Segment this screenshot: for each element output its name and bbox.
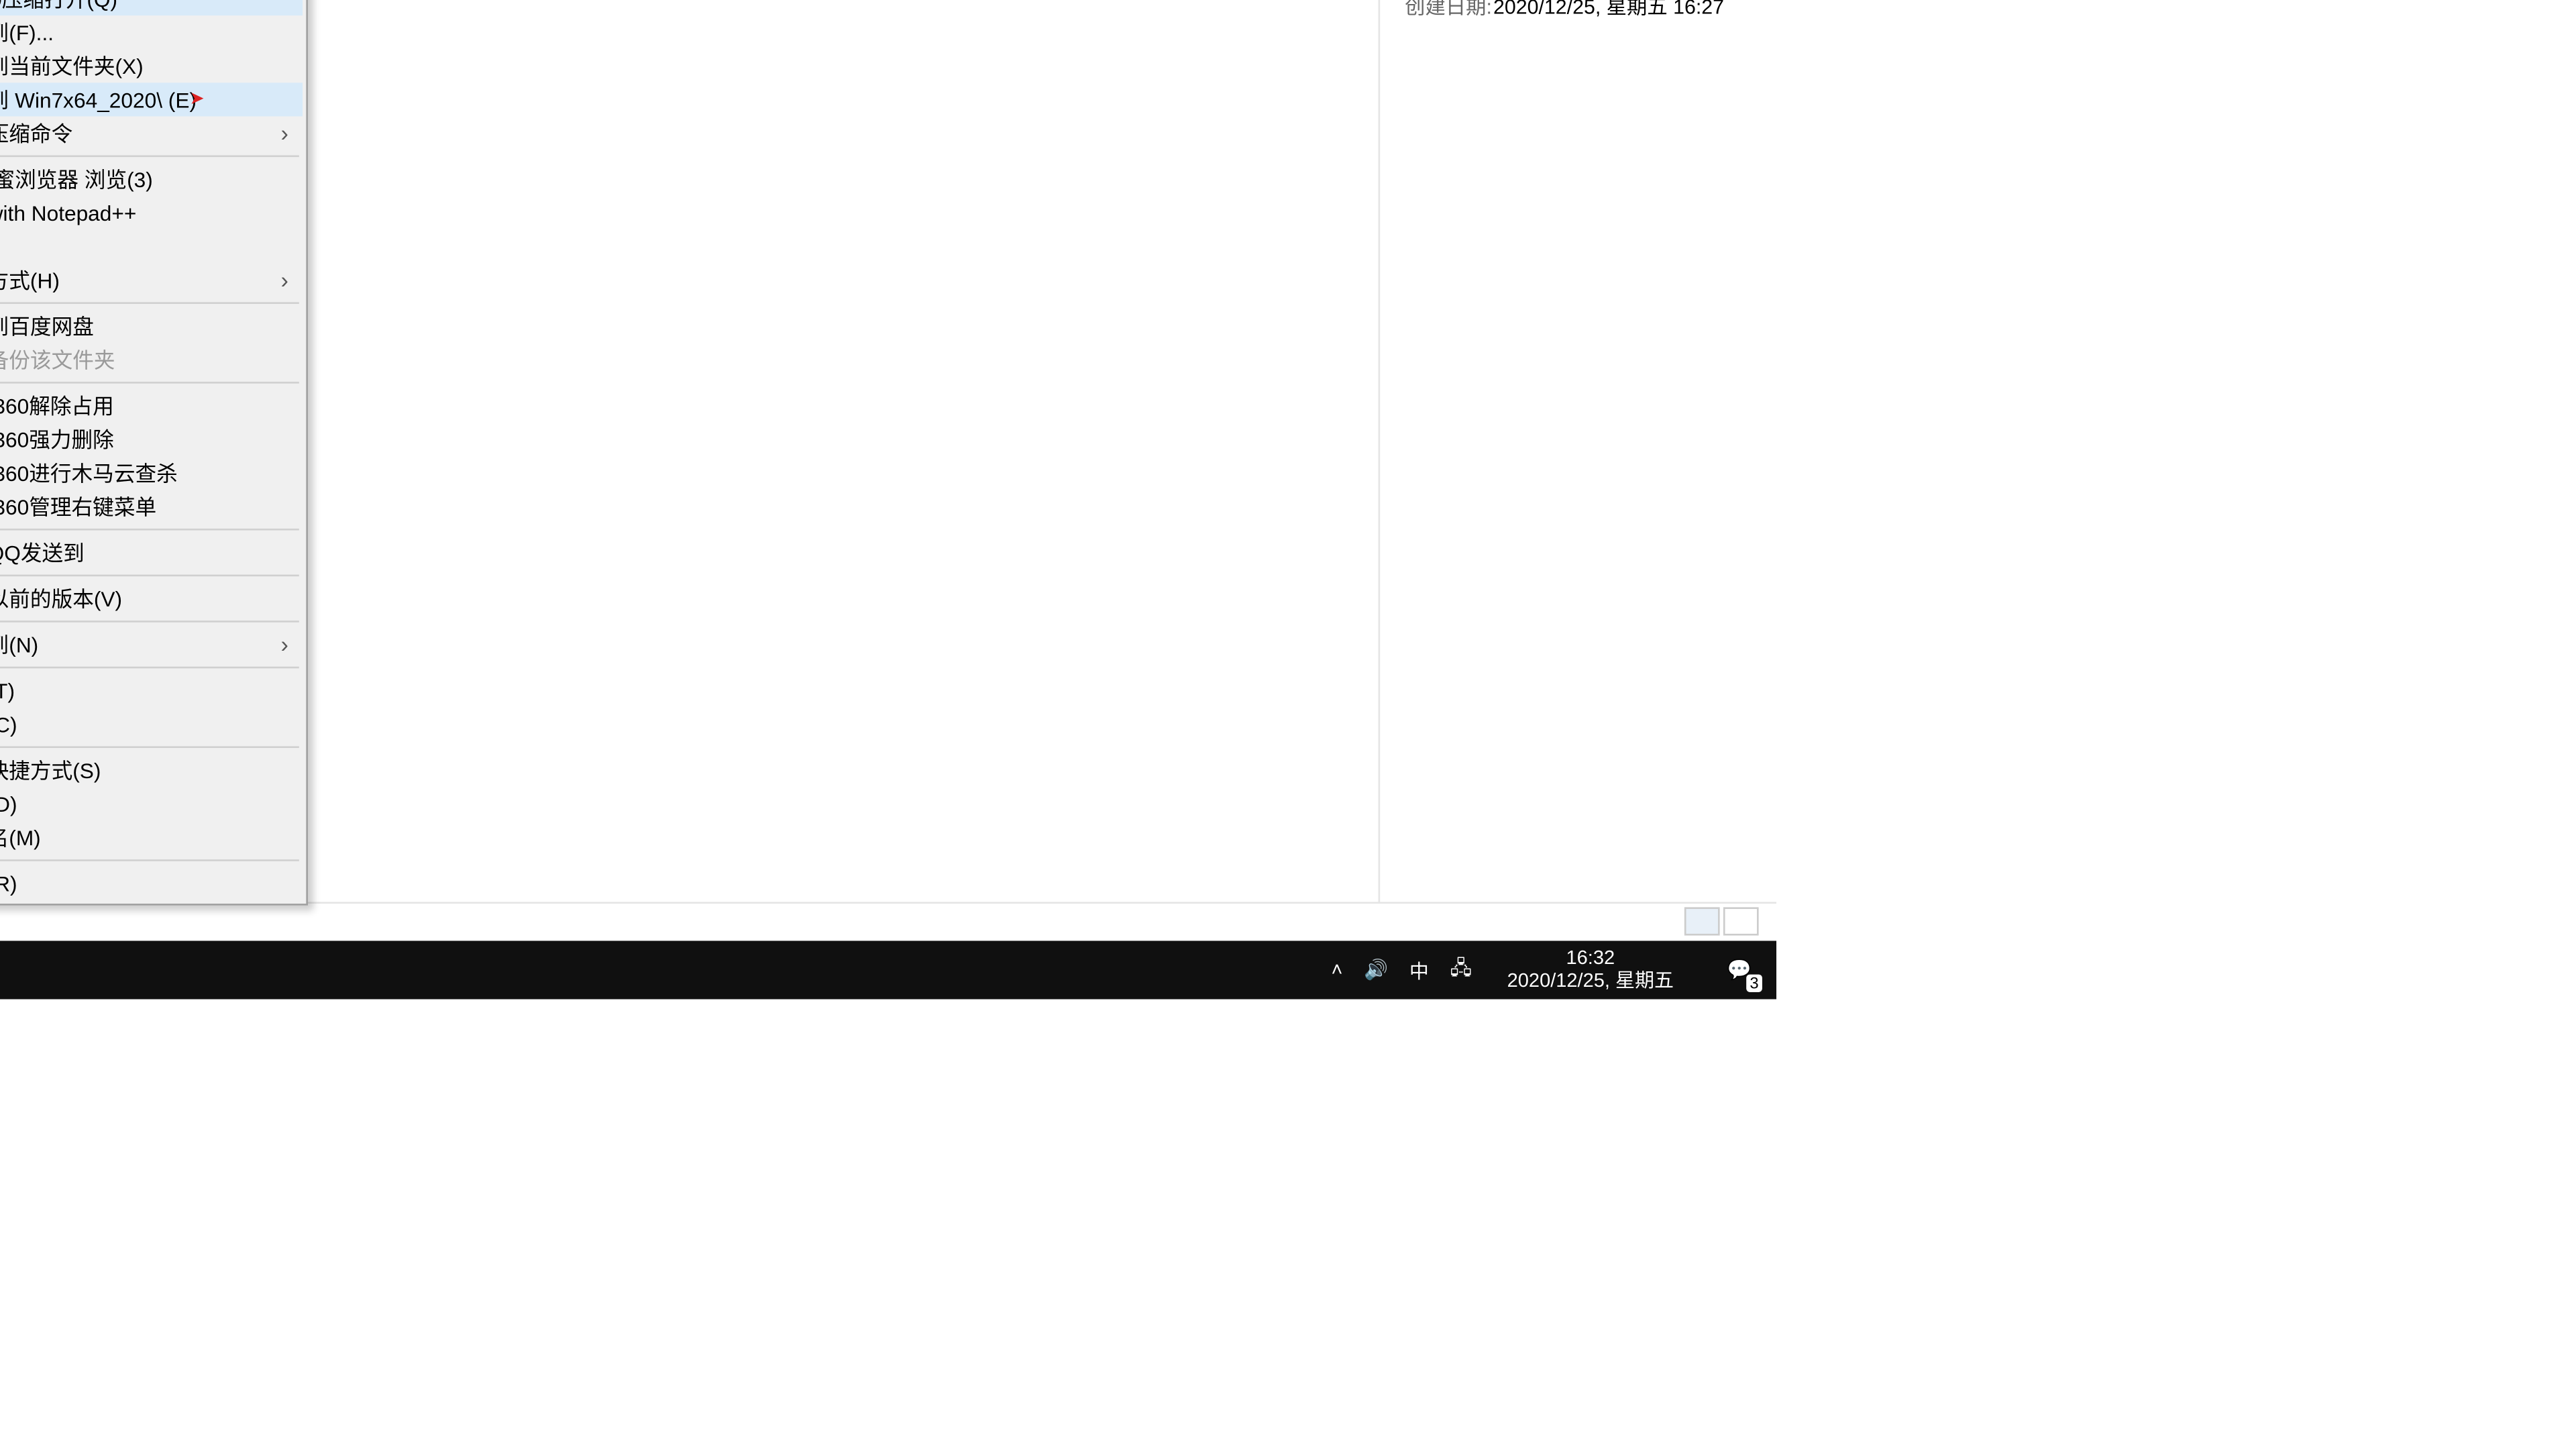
menu-item-label: 还原以前的版本(V) [0,584,122,614]
context-menu-item[interactable]: 打开方式(H) [0,263,303,297]
context-menu-item[interactable]: 📦解压到(F)... [0,15,303,49]
menu-item-label: 创建快捷方式(S) [0,755,101,786]
menu-item-label: Edit with Notepad++ [0,201,136,225]
action-center-button[interactable]: 💬3 [1709,941,1770,999]
menu-item-label: 用360压缩打开(Q) [0,0,117,13]
view-details-button[interactable] [1684,907,1720,935]
menu-item-label: 用 蜂蜜浏览器 浏览(3) [0,164,153,195]
context-menu-item[interactable]: 发送到(N) [0,628,303,661]
context-menu-item[interactable]: 剪切(T) [0,674,303,707]
menu-item-label: 发送到(N) [0,629,38,659]
cursor-icon: ➤ [189,90,204,109]
context-menu-item[interactable]: 还原以前的版本(V) [0,582,303,615]
menu-item-label: 复制(C) [0,709,17,739]
context-menu-item[interactable]: 📦其他压缩命令 [0,116,303,150]
menu-item-label: 使用 360强力删除 [0,424,114,454]
context-menu-item[interactable]: 🟢使用 360管理右键菜单 [0,490,303,523]
context-menu-item[interactable]: 📝Edit with Notepad++ [0,196,303,229]
ime-indicator[interactable]: 中 [1409,956,1429,984]
menu-item-label: 解压到当前文件夹(X) [0,51,144,81]
menu-item-label: 通过QQ发送到 [0,537,85,568]
context-menu-item[interactable]: 通过QQ发送到 [0,536,303,570]
menu-item-label: 使用 360解除占用 [0,390,114,421]
context-menu-item[interactable]: 创建快捷方式(S) [0,753,303,787]
context-menu: 💿装载刻录光盘映像🔵上传到有道云笔记📦添加到压缩文件(A)...📦添加到 "Wi… [0,0,308,906]
context-menu-item[interactable]: 🟡使用 360解除占用 [0,389,303,423]
context-menu-item[interactable]: 删除(D) [0,787,303,820]
tray-chevron-icon[interactable]: ˄ [1331,959,1342,981]
taskbar-clock[interactable]: 16:32 2020/12/25, 星期五 [1493,947,1688,994]
context-menu-item[interactable]: ☁上传到百度网盘 [0,309,303,343]
taskbar: 🔍 ⧉ ˄ 🔊 中 🖧 16:32 2020/12/25, 星期五 💬3 [0,941,1776,999]
menu-item-label: 使用 360管理右键菜单 [0,492,156,522]
meta-label: 创建日期: [1405,0,1493,21]
menu-item-label: 删除(D) [0,789,17,819]
menu-item-label: 自动备份该文件夹 [0,345,115,375]
menu-item-label: 重命名(M) [0,822,41,853]
context-menu-item[interactable]: 📦解压到当前文件夹(X) [0,49,303,83]
menu-item-label: 属性(R) [0,868,17,898]
menu-item-label: 上传到百度网盘 [0,311,94,341]
details-pane: Win7x64_2020.iso 光盘映像文件 修改日期:2020/12/25,… [1379,0,1776,902]
context-menu-item[interactable]: 🟣使用 360强力删除 [0,423,303,456]
system-tray: ˄ 🔊 中 🖧 16:32 2020/12/25, 星期五 💬3 [1331,941,1776,999]
menu-item-label: 使用 360进行木马云查杀 [0,458,178,488]
context-menu-item[interactable]: 🟢使用 360进行木马云查杀 [0,456,303,490]
context-menu-item[interactable]: 📦用360压缩打开(Q) [0,0,303,15]
status-bar: 3 个项目 选中 1 个项目 3.69 GB [0,902,1776,938]
menu-item-label: 解压到(F)... [0,17,54,48]
meta-value: 2020/12/25, 星期五 16:27 [1493,0,1752,21]
menu-item-label: 其他压缩命令 [0,118,72,148]
menu-item-label: 剪切(T) [0,676,15,706]
context-menu-item[interactable]: 📦解压到 Win7x64_2020\ (E)➤ [0,83,303,116]
context-menu-item: 自动备份该文件夹 [0,343,303,376]
menu-item-label: 解压到 Win7x64_2020\ (E) [0,85,197,115]
volume-icon[interactable]: 🔊 [1364,959,1388,981]
context-menu-item[interactable]: ↗共享 [0,229,303,263]
view-large-button[interactable] [1723,907,1759,935]
context-menu-item[interactable]: 属性(R) [0,867,303,900]
context-menu-item[interactable]: 复制(C) [0,707,303,741]
network-icon[interactable]: 🖧 [1450,953,1472,987]
context-menu-item[interactable]: 🟢用 蜂蜜浏览器 浏览(3) [0,162,303,196]
menu-item-label: 打开方式(H) [0,265,60,295]
context-menu-item[interactable]: 重命名(M) [0,820,303,854]
